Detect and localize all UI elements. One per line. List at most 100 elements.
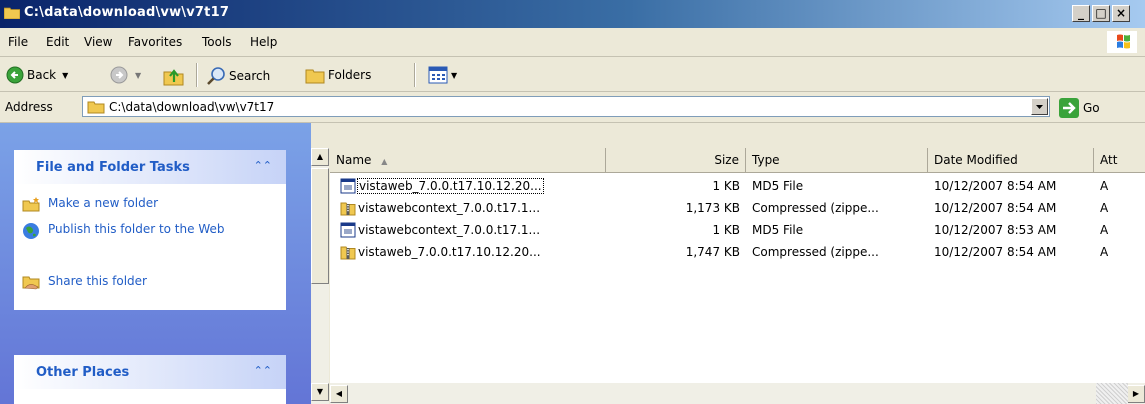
search-button[interactable]: Search [206, 66, 270, 86]
scroll-down-icon[interactable]: ▼ [311, 383, 329, 401]
task-make-new-folder[interactable]: Make a new folder [22, 196, 158, 212]
menu-tools[interactable]: Tools [202, 35, 232, 49]
file-type: MD5 File [752, 179, 804, 193]
address-input[interactable]: C:\data\download\vw\v7t17 [82, 96, 1050, 117]
minimize-button[interactable]: _ [1072, 5, 1090, 22]
menu-edit[interactable]: Edit [46, 35, 69, 49]
menu-bar: File Edit View Favorites Tools Help [0, 28, 1145, 57]
file-size: 1,747 KB [685, 245, 740, 259]
file-list: Name ▲ Size Type Date Modified Att vista… [330, 148, 1145, 404]
other-places-panel: Other Places ⌃⌃ [14, 355, 286, 404]
back-arrow-icon [6, 66, 24, 84]
other-places-title: Other Places [36, 365, 130, 380]
up-folder-button[interactable] [163, 66, 188, 86]
file-attributes: A [1100, 201, 1109, 215]
go-arrow-icon [1059, 98, 1079, 118]
globe-icon [23, 223, 39, 239]
scroll-right-icon[interactable]: ▶ [1127, 385, 1145, 403]
title-bar[interactable]: C:\data\download\vw\v7t17 _ □ × [0, 0, 1145, 28]
menu-view[interactable]: View [84, 35, 112, 49]
scroll-thumb[interactable] [311, 168, 329, 284]
file-row[interactable]: vistawebcontext_7.0.0.t17.1... 1 KB MD5 … [330, 220, 1145, 242]
file-row[interactable]: vistaweb_7.0.0.t17.10.12.20... 1 KB MD5 … [330, 176, 1145, 198]
file-row[interactable]: vistaweb_7.0.0.t17.10.12.20... 1,747 KB … [330, 242, 1145, 264]
menu-file[interactable]: File [8, 35, 28, 49]
sort-ascending-icon: ▲ [381, 157, 388, 166]
toolbar-separator [196, 63, 198, 87]
file-date: 10/12/2007 8:54 AM [934, 201, 1057, 215]
scroll-up-icon[interactable]: ▲ [311, 148, 329, 166]
back-label: Back [27, 68, 57, 82]
back-dropdown-icon[interactable]: ▼ [62, 71, 68, 80]
views-dropdown-icon[interactable]: ▼ [451, 71, 457, 80]
forward-dropdown-icon[interactable]: ▼ [135, 71, 141, 80]
up-folder-icon [163, 69, 184, 86]
task-label: Publish this folder to the Web [48, 222, 225, 236]
window-title: C:\data\download\vw\v7t17 [24, 5, 230, 20]
maximize-button[interactable]: □ [1092, 5, 1110, 22]
collapse-chevron-icon[interactable]: ⌃⌃ [254, 364, 272, 377]
file-type: Compressed (zippe... [752, 245, 879, 259]
column-header-type[interactable]: Type [746, 148, 928, 173]
address-label: Address [5, 100, 53, 114]
file-and-folder-tasks-panel: File and Folder Tasks ⌃⌃ Make a new fold… [14, 150, 286, 310]
file-size: 1 KB [712, 223, 740, 237]
file-row[interactable]: vistawebcontext_7.0.0.t17.1... 1,173 KB … [330, 198, 1145, 220]
toolbar: Back ▼ ▼ Search Folders ▼ [0, 57, 1145, 92]
file-attributes: A [1100, 223, 1109, 237]
chevron-down-icon [1036, 105, 1043, 109]
folders-button[interactable]: Folders [305, 66, 371, 84]
file-tasks-header[interactable]: File and Folder Tasks ⌃⌃ [14, 150, 286, 184]
forward-button[interactable]: ▼ [110, 66, 141, 84]
address-bar: Address C:\data\download\vw\v7t17 Go [0, 92, 1145, 123]
column-label: Att [1100, 153, 1118, 167]
folder-icon [4, 7, 20, 19]
task-share-folder[interactable]: Share this folder [22, 274, 147, 290]
scroll-left-icon[interactable]: ◀ [330, 385, 348, 403]
go-label: Go [1083, 101, 1100, 115]
address-dropdown-button[interactable] [1031, 98, 1048, 115]
column-header-date-modified[interactable]: Date Modified [928, 148, 1094, 173]
task-publish-folder[interactable]: Publish this folder to the Web [22, 222, 272, 240]
column-label: Date Modified [934, 153, 1018, 167]
scroll-track-corner [1096, 383, 1128, 404]
toolbar-separator [414, 63, 416, 87]
views-button[interactable]: ▼ [428, 66, 457, 84]
close-button[interactable]: × [1112, 5, 1130, 22]
folders-icon [305, 69, 325, 84]
file-type: MD5 File [752, 223, 804, 237]
collapse-chevron-icon[interactable]: ⌃⌃ [254, 159, 272, 172]
file-list-scrollbar[interactable]: ◀ ▶ [330, 383, 1145, 404]
file-name: vistawebcontext_7.0.0.t17.1... [358, 201, 541, 215]
new-folder-icon [22, 197, 40, 212]
column-header-size[interactable]: Size [606, 148, 746, 173]
folders-label: Folders [328, 68, 372, 82]
shared-folder-icon [22, 276, 40, 290]
address-value: C:\data\download\vw\v7t17 [109, 100, 275, 114]
file-attributes: A [1100, 179, 1109, 193]
zip-file-icon [340, 202, 356, 216]
go-button[interactable]: Go [1059, 98, 1100, 118]
column-label: Name [336, 153, 372, 167]
file-tasks-title: File and Folder Tasks [36, 160, 190, 175]
other-places-header[interactable]: Other Places ⌃⌃ [14, 355, 286, 389]
column-header-attributes[interactable]: Att [1094, 148, 1145, 173]
explorer-window: C:\data\download\vw\v7t17 _ □ × File Edi… [0, 0, 1145, 404]
file-date: 10/12/2007 8:54 AM [934, 179, 1057, 193]
menu-help[interactable]: Help [250, 35, 277, 49]
md5-file-icon [340, 178, 356, 194]
md5-file-icon [340, 222, 356, 238]
task-pane-scrollbar[interactable]: ▲ ▼ [311, 148, 329, 404]
menu-favorites[interactable]: Favorites [128, 35, 182, 49]
column-header-name[interactable]: Name ▲ [330, 148, 606, 173]
folder-icon [87, 101, 105, 114]
task-pane: File and Folder Tasks ⌃⌃ Make a new fold… [0, 123, 311, 404]
column-label: Size [714, 153, 739, 167]
zip-file-icon [340, 246, 356, 260]
task-label: Share this folder [48, 274, 147, 288]
search-icon [207, 67, 225, 85]
back-button[interactable]: Back ▼ [6, 66, 68, 84]
task-label: Make a new folder [48, 196, 159, 210]
search-label: Search [229, 69, 271, 83]
windows-logo-icon [1107, 31, 1137, 53]
